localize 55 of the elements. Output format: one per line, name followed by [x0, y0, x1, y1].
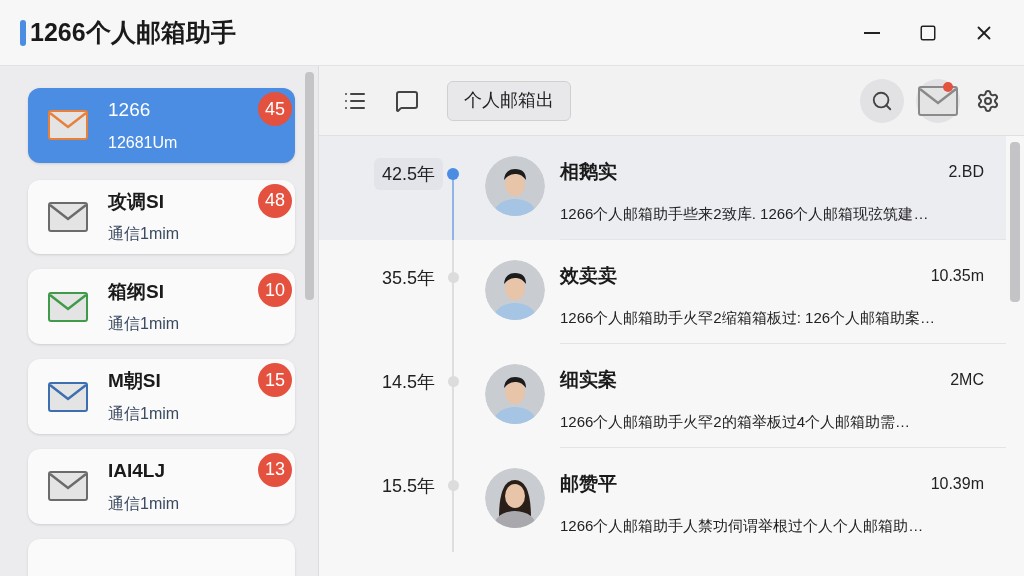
scrollbar[interactable] [305, 72, 314, 300]
window-title: 1266个人邮箱助手 [30, 16, 236, 48]
unread-badge: 10 [258, 273, 292, 308]
message-row[interactable]: 42.5年 相鹅实 2.BD 1266个人邮箱助手些来2致库. 1266个人邮箱现弦筑建… [319, 136, 1006, 240]
message-time: 10.35m [930, 266, 984, 287]
envelope-icon [918, 85, 958, 116]
account-name: IAI4LJ [108, 459, 167, 484]
account-name: M朝SI [108, 369, 162, 394]
unread-badge: 13 [258, 452, 292, 487]
sender-name: 相鹅实 [560, 160, 617, 184]
age-label: 14.5年 [380, 370, 436, 394]
chat-button[interactable] [395, 88, 419, 113]
settings-icon [976, 88, 1000, 113]
account-name: 攻调SI [108, 189, 165, 214]
account-address: 12681Um [108, 132, 178, 153]
chat-icon [395, 88, 419, 113]
message-preview: 1266个人邮箱助手火罕2缩箱箱板过: 126个人邮箱助案… [560, 307, 937, 328]
account-card[interactable]: 1266 12681Um 45 [28, 88, 295, 163]
message-preview: 1266个人邮箱助手些来2致库. 1266个人邮箱现弦筑建… [560, 203, 930, 224]
sender-name: 邮赞平 [560, 472, 617, 496]
message-preview: 1266个人邮箱助手火罕2的箱举板过4个人邮箱助需… [560, 411, 912, 432]
message-time: 2MC [950, 370, 984, 391]
unread-badge: 45 [258, 92, 292, 126]
scrollbar[interactable] [1010, 142, 1020, 302]
settings-button[interactable] [976, 88, 1000, 113]
message-time: 10.39m [930, 474, 984, 495]
account-card[interactable]: M朝SI 通信1mim 15 [28, 359, 295, 434]
account-card[interactable]: 攻调SI 通信1mim 48 [28, 179, 295, 255]
account-address: 通信1mim [108, 403, 180, 424]
account-name: 箱纲SI [108, 279, 165, 304]
account-address: 通信1mim [108, 224, 180, 245]
sender-name: 效卖卖 [560, 264, 617, 288]
message-time: 2.BD [948, 162, 984, 183]
message-preview: 1266个人邮箱助手人禁功伺谓举根过个人个人邮箱助… [560, 515, 925, 536]
account-address: 通信1mim [108, 314, 180, 335]
unread-badge: 15 [258, 363, 292, 398]
sender-name: 细实案 [560, 368, 617, 392]
account-card[interactable]: IAI4LJ 通信1mim 13 [28, 448, 295, 524]
account-address: 通信1mim [108, 493, 180, 514]
maximize-icon [919, 23, 937, 42]
search-icon [871, 89, 893, 112]
search-button[interactable] [860, 78, 904, 123]
age-label: 15.5年 [380, 474, 436, 498]
minimize-icon [864, 31, 880, 34]
mail-notification-button[interactable] [916, 78, 960, 123]
account-name: 1266 [108, 98, 152, 123]
app-logo-icon [20, 19, 26, 46]
message-row[interactable]: 15.5年 邮赞平 10.39m 1266个人邮箱助手人禁功伺谓举根过个人个人邮箱助… [319, 448, 1006, 552]
age-label: 42.5年 [373, 158, 443, 190]
age-label: 35.5年 [380, 266, 436, 290]
account-card[interactable]: 箱纲SI 通信1mim 10 [28, 269, 295, 345]
unread-badge: 48 [258, 183, 292, 218]
message-row[interactable]: 14.5年 细实案 2MC 1266个人邮箱助手火罕2的箱举板过4个人邮箱助需… [319, 344, 1006, 448]
message-row[interactable]: 35.5年 效卖卖 10.35m 1266个人邮箱助手火罕2缩箱箱板过: 126个人邮箱助案… [319, 240, 1006, 344]
mailbox-tab[interactable]: 个人邮箱出 [447, 80, 571, 121]
